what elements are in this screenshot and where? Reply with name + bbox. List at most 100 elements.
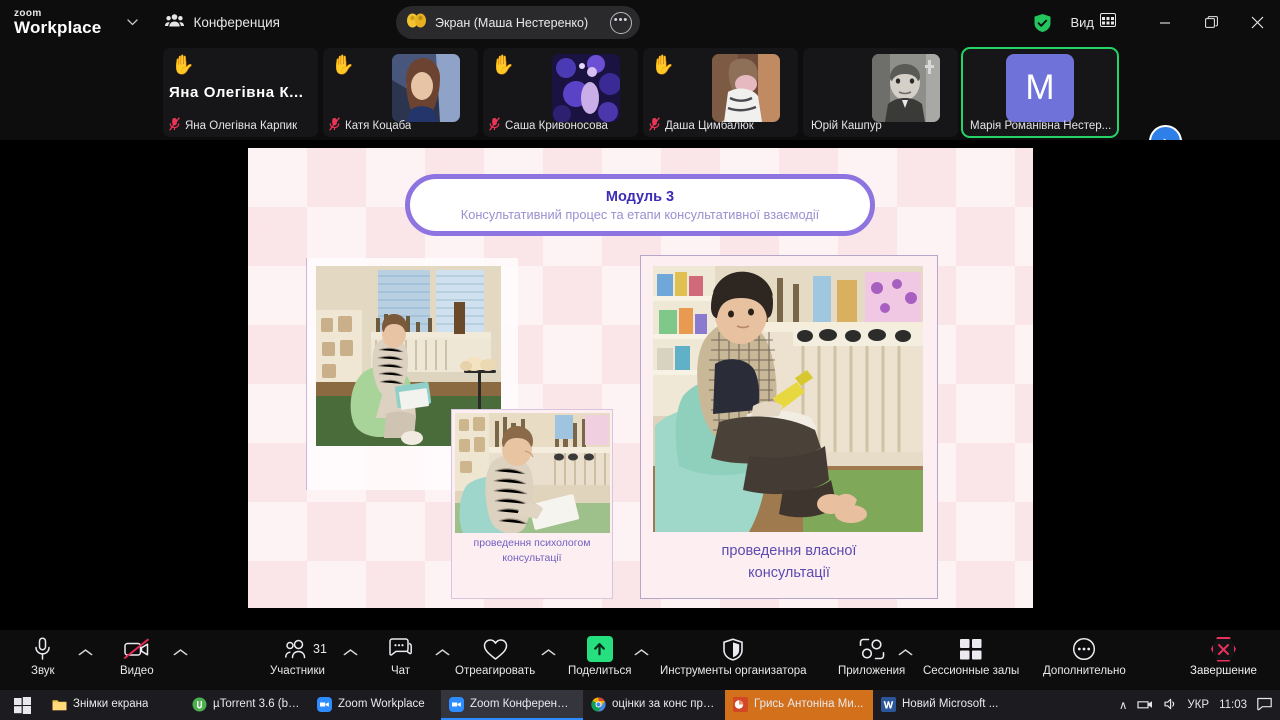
audio-options-chevron[interactable]	[78, 648, 93, 659]
video-options-chevron[interactable]	[173, 648, 188, 659]
video-label: Видео	[120, 665, 154, 677]
presentation-slide: Модуль 3 Консультативний процес та етапи…	[248, 148, 1033, 608]
participants-label: Участники	[270, 665, 325, 677]
clock[interactable]: 11:03	[1219, 699, 1247, 711]
taskbar-item-screenshots[interactable]: Знімки екрана	[44, 690, 184, 720]
view-button[interactable]: Вид	[1070, 13, 1116, 32]
volume-icon[interactable]	[1163, 697, 1177, 714]
participant-name: Катя Коцаба	[345, 120, 412, 132]
word-icon	[881, 696, 896, 712]
zoom-logo-bottom: Workplace	[14, 18, 102, 37]
participant-tile-katya[interactable]: ✋ Катя Коцаба	[323, 48, 478, 137]
meeting-toolbar: Звук Видео Участники 31 Чат Отреагироват…	[0, 630, 1280, 690]
powerpoint-icon	[733, 696, 748, 712]
mic-muted-icon	[649, 116, 660, 136]
reactions-label: Отреагировать	[455, 665, 536, 677]
host-tools-button[interactable]: Инструменты организатора	[660, 636, 807, 686]
notification-center-icon[interactable]	[1257, 697, 1272, 714]
participant-name: Юрій Кашпур	[811, 120, 882, 132]
share-screen-arrow-icon	[586, 636, 613, 662]
close-button[interactable]	[1234, 0, 1280, 45]
taskbar-item-utorrent[interactable]: µTorrent 3.6 (build ...	[184, 690, 309, 720]
taskbar-label: µTorrent 3.6 (build ...	[213, 698, 301, 710]
taskbar-label: Знімки екрана	[73, 698, 149, 710]
taskbar-item-powerpoint[interactable]: Грись Антоніна Ми...	[725, 690, 873, 720]
participant-video-thumbnail	[712, 54, 780, 122]
windows-start-icon[interactable]	[0, 690, 44, 720]
taskbar-item-zoom-conference[interactable]: Zoom Конференция	[441, 690, 583, 720]
participant-video-thumbnail	[872, 54, 940, 122]
more-ellipsis-icon	[1072, 636, 1096, 662]
more-button[interactable]: Дополнительно	[1043, 636, 1126, 686]
participant-namebar: Марія Романівна Нестер...	[962, 117, 1118, 135]
host-tools-label: Инструменты организатора	[660, 665, 807, 677]
participant-tile-mariia[interactable]: M Марія Романівна Нестер...	[961, 47, 1119, 138]
breakout-rooms-button[interactable]: Сессионные залы	[923, 636, 1019, 686]
more-options-icon[interactable]: •••	[610, 11, 632, 34]
breakout-rooms-grid-icon	[959, 636, 983, 662]
module-title-badge: Модуль 3 Консультативний процес та етапи…	[405, 174, 875, 236]
raise-hand-icon: ✋	[491, 55, 515, 76]
taskbar-label: Новий Microsoft ...	[902, 698, 999, 710]
participants-icon	[285, 636, 309, 662]
system-tray: ∧ УКР 11:03	[1119, 690, 1280, 720]
chat-button[interactable]: Чат	[388, 636, 413, 686]
mic-muted-icon	[489, 116, 500, 136]
photo-caption-middle: проведення психологом консультації	[451, 536, 613, 566]
end-meeting-button[interactable]: Завершение	[1190, 636, 1257, 686]
participant-namebar: Катя Коцаба	[323, 116, 478, 135]
windows-taskbar: Знімки екрана µTorrent 3.6 (build ... Zo…	[0, 690, 1280, 720]
end-call-icon	[1210, 636, 1236, 662]
chat-label: Чат	[390, 665, 411, 677]
caption-line-2: консультації	[502, 552, 562, 564]
apps-options-chevron[interactable]	[898, 648, 913, 659]
taskbar-label: оцінки за конс пра...	[612, 698, 717, 710]
title-bar: zoom Workplace Конференция Экран (Маша Н…	[0, 0, 1280, 45]
minimize-button[interactable]	[1142, 0, 1188, 45]
screen-share-indicator[interactable]: Экран (Маша Нестеренко) •••	[396, 6, 640, 39]
reactions-options-chevron[interactable]	[541, 648, 556, 659]
zoom-icon	[317, 696, 332, 712]
taskbar-label: Грись Антоніна Ми...	[754, 698, 864, 710]
microphone-icon	[34, 636, 51, 662]
chevron-down-icon[interactable]	[123, 17, 141, 29]
conference-tab[interactable]: Конференция	[165, 13, 280, 33]
show-hidden-icons-chevron[interactable]: ∧	[1119, 698, 1127, 712]
apps-label: Приложения	[838, 665, 906, 677]
screen-share-label: Экран (Маша Нестеренко)	[435, 15, 589, 30]
host-tools-shield-icon	[722, 636, 744, 662]
video-button[interactable]: Видео	[120, 636, 154, 686]
participant-video-thumbnail	[552, 54, 620, 122]
green-shield-check-icon[interactable]	[1033, 13, 1052, 33]
network-icon[interactable]	[1137, 697, 1153, 714]
participant-tile-yana[interactable]: ✋ Яна Олегівна К... Яна Олегівна Карпик	[163, 48, 318, 137]
restore-button[interactable]	[1188, 0, 1234, 45]
taskbar-item-chrome[interactable]: оцінки за конс пра...	[583, 690, 725, 720]
raise-hand-icon: ✋	[651, 55, 675, 76]
participant-filmstrip: ✋ Яна Олегівна К... Яна Олегівна Карпик …	[0, 45, 1280, 158]
participant-tile-sasha[interactable]: ✋ Саша Кривоносова	[483, 48, 638, 137]
share-options-chevron[interactable]	[634, 648, 649, 659]
language-indicator[interactable]: УКР	[1187, 699, 1209, 711]
participant-name: Саша Кривоносова	[505, 120, 608, 132]
reactions-button[interactable]: Отреагировать	[455, 636, 535, 686]
audio-button[interactable]: Звук	[31, 636, 55, 686]
conference-tab-label: Конференция	[193, 15, 280, 30]
participants-count: 31	[313, 642, 327, 656]
taskbar-item-word[interactable]: Новий Microsoft ...	[873, 690, 1015, 720]
participant-video-thumbnail	[392, 54, 460, 122]
photo-caption-right: проведення власної консультації	[640, 540, 938, 584]
share-button[interactable]: Поделиться	[568, 636, 632, 686]
taskbar-item-zoom-workplace[interactable]: Zoom Workplace	[309, 690, 441, 720]
chat-options-chevron[interactable]	[435, 648, 450, 659]
participant-namebar: Яна Олегівна Карпик	[163, 116, 318, 135]
participant-tile-dasha[interactable]: ✋ Даша Цимбалюк	[643, 48, 798, 137]
module-subtitle: Консультативний процес та етапи консульт…	[460, 206, 820, 222]
participants-group-icon	[165, 13, 185, 33]
participants-options-chevron[interactable]	[343, 648, 358, 659]
avatar: M	[1006, 54, 1074, 122]
apps-button[interactable]: Приложения	[838, 636, 905, 686]
participant-tile-yurii[interactable]: Юрій Кашпур	[803, 48, 958, 137]
layout-grid-icon	[1100, 13, 1116, 32]
module-title: Модуль 3	[605, 188, 675, 205]
